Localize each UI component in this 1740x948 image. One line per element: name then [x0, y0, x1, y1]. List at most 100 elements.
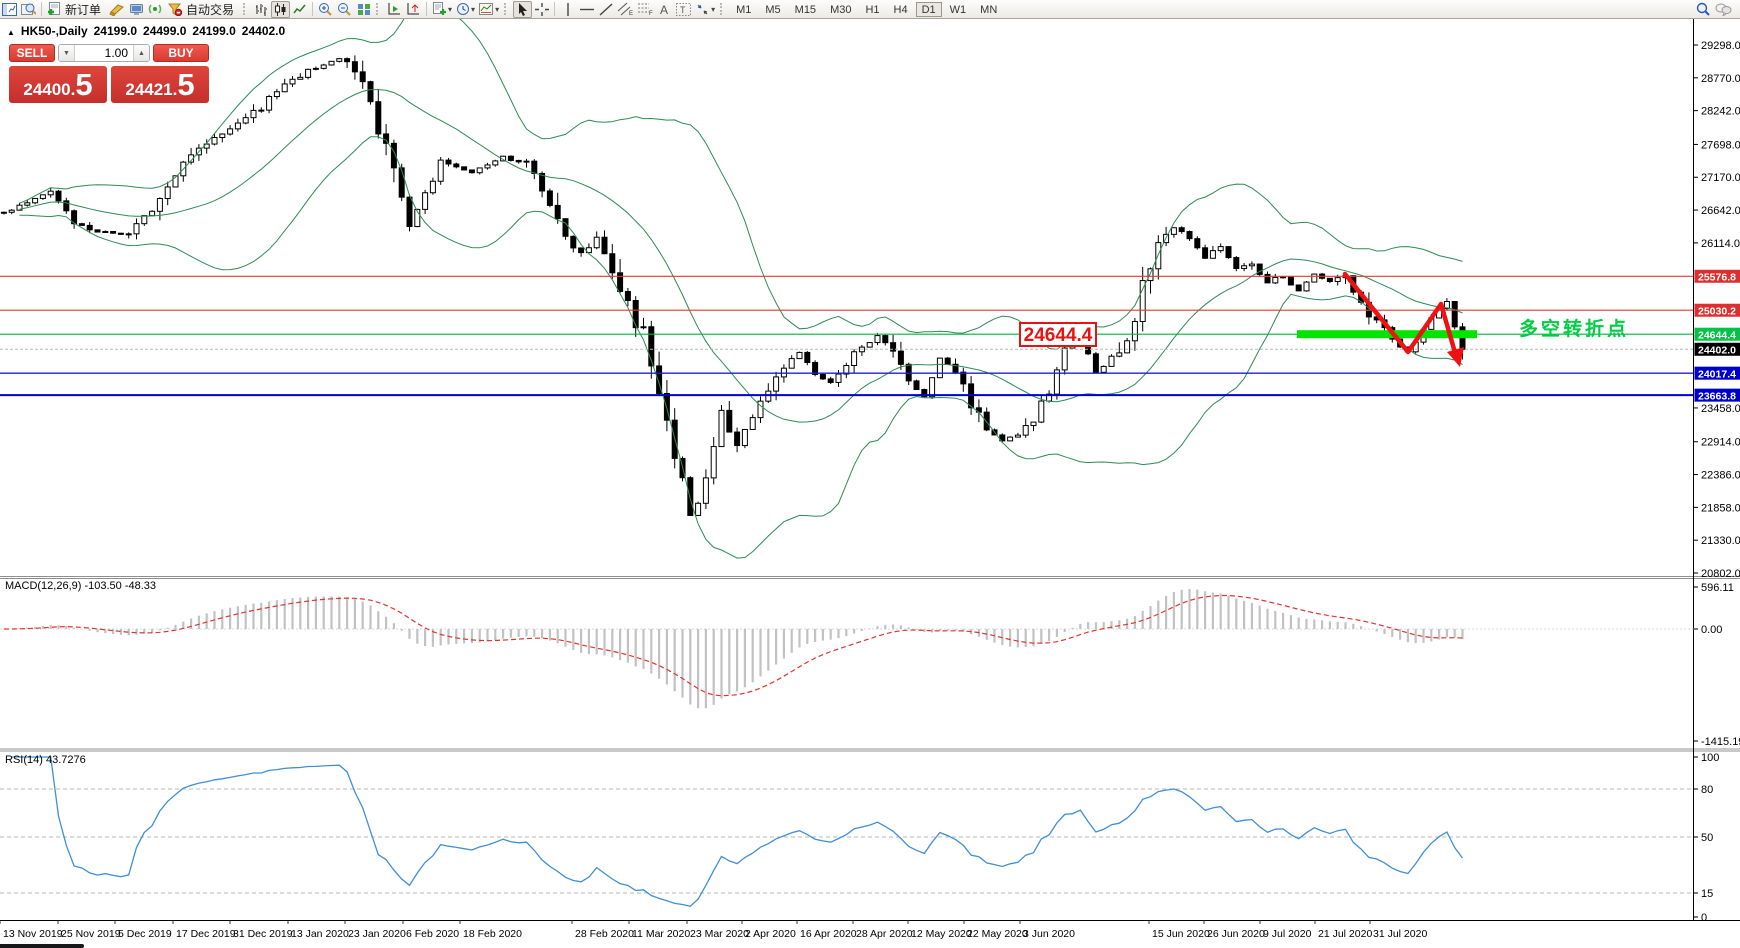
macd-axis-label: -1415.19	[1701, 736, 1740, 748]
svg-text:25030.2: 25030.2	[1698, 305, 1736, 317]
candle-chart-icon[interactable]	[271, 1, 290, 18]
chart-shift-icon[interactable]	[404, 1, 423, 18]
indicators-icon[interactable]: ▾	[430, 1, 454, 18]
rsi-axis-label: 80	[1701, 784, 1713, 796]
scripts-icon[interactable]	[107, 1, 127, 18]
timeframe-button-M15[interactable]: M15	[789, 2, 822, 17]
macd-axis-label: 596.11	[1701, 582, 1734, 594]
auto-trading-icon[interactable]	[165, 1, 185, 18]
date-axis-label: 13 Jan 2020	[291, 928, 349, 940]
ohlc-close: 24402.0	[242, 24, 285, 38]
timeframe-button-D1[interactable]: D1	[916, 2, 942, 17]
terminal-icon[interactable]	[127, 1, 146, 18]
line-chart-icon[interactable]	[290, 1, 309, 18]
date-axis-label: 15 Jun 2020	[1152, 928, 1210, 940]
status-strip	[0, 944, 84, 948]
volume-increase-button[interactable]: ▲	[133, 45, 149, 61]
ohlc-open: 24199.0	[94, 24, 137, 38]
price-tag-24017.4: 24017.4	[1695, 367, 1740, 381]
volume-decrease-button[interactable]: ▼	[59, 45, 75, 61]
timeframe-button-M1[interactable]: M1	[730, 2, 757, 17]
date-axis-label: 26 Jun 2020	[1207, 928, 1265, 940]
sell-price-display[interactable]: 24400 . 5	[9, 66, 107, 103]
volume-input[interactable]: 1.00	[75, 46, 133, 60]
timeframe-button-H4[interactable]: H4	[888, 2, 914, 17]
charts-window-icon[interactable]	[0, 1, 19, 18]
svg-text:A: A	[660, 3, 668, 16]
one-click-trading-panel: SELL ▼ 1.00 ▲ BUY 24400 . 5 24421 . 5	[9, 44, 209, 103]
macd-label: MACD(12,26,9) -103.50 -48.33	[5, 580, 156, 592]
new-order-label[interactable]: 新订单	[65, 1, 101, 18]
sell-price-frac: 5	[75, 68, 92, 101]
vertical-line-icon[interactable]	[558, 1, 577, 18]
toolbar-separator	[426, 2, 427, 16]
price-axis-label: 27170.0	[1701, 172, 1740, 184]
zoom-out-icon[interactable]	[335, 1, 354, 18]
date-axis-label: 31 Dec 2019	[233, 928, 293, 940]
svg-text:25576.8: 25576.8	[1698, 271, 1736, 283]
timeframe-button-W1[interactable]: W1	[944, 2, 973, 17]
timeframe-button-MN[interactable]: MN	[974, 2, 1003, 17]
equidistant-channel-icon[interactable]: E	[615, 1, 635, 18]
sell-button[interactable]: SELL	[9, 44, 55, 62]
price-callout-24644[interactable]: 24644.4	[1020, 323, 1096, 346]
date-axis-label: 3 Jun 2020	[1023, 928, 1075, 940]
toolbar-separator	[312, 2, 313, 16]
arrows-tool-icon[interactable]: ▾	[693, 1, 717, 18]
buy-button[interactable]: BUY	[153, 44, 209, 62]
price-axis-label: 23458.0	[1701, 403, 1740, 415]
price-tag-24644.4: 24644.4	[1695, 328, 1740, 342]
date-axis-label: 5 Dec 2019	[118, 928, 172, 940]
candlestick-series	[1, 55, 1465, 516]
sell-price-main: 24400	[23, 73, 70, 106]
new-order-icon[interactable]	[45, 1, 64, 18]
search-icon[interactable]	[1694, 1, 1713, 18]
date-axis-label: 23 Jan 2020	[348, 928, 406, 940]
ohlc-high: 24499.0	[143, 24, 186, 38]
timeframe-button-M5[interactable]: M5	[759, 2, 786, 17]
text-label-icon[interactable]: T	[674, 1, 693, 18]
cn-annotation-turning-point[interactable]: 多空转折点	[1519, 317, 1629, 340]
auto-trading-label[interactable]: 自动交易	[186, 1, 234, 18]
horizontal-line-icon[interactable]	[577, 1, 596, 18]
price-axis-label: 21330.0	[1701, 535, 1740, 547]
periods-icon[interactable]: ▾	[454, 1, 477, 18]
bollinger-band-m	[20, 90, 1463, 423]
buy-price-display[interactable]: 24421 . 5	[111, 66, 209, 103]
expand-marker-icon[interactable]: ▲	[7, 28, 15, 37]
trendline-icon[interactable]	[596, 1, 615, 18]
price-axis-label: 29298.0	[1701, 40, 1740, 52]
svg-text:24644.4: 24644.4	[1698, 329, 1736, 341]
date-axis-label: 22 May 2020	[967, 928, 1028, 940]
date-axis-label: 2 Apr 2020	[745, 928, 796, 940]
ohlc-low: 24199.0	[192, 24, 235, 38]
zoom-in-icon[interactable]	[316, 1, 335, 18]
timeframe-button-M30[interactable]: M30	[824, 2, 857, 17]
svg-text:24644.4: 24644.4	[1024, 325, 1093, 346]
tile-windows-icon[interactable]	[354, 1, 373, 18]
crosshair-icon[interactable]	[532, 1, 551, 18]
chart-title: ▲ HK50-,Daily 24199.0 24499.0 24199.0 24…	[7, 24, 285, 38]
templates-icon[interactable]: ▾	[477, 1, 501, 18]
trend-arrow[interactable]	[1345, 274, 1464, 367]
timeframe-strip: M1M5M15M30H1H4D1W1MN	[729, 2, 1004, 17]
svg-text:F: F	[649, 11, 653, 16]
date-axis-label: 13 Nov 2019	[3, 928, 63, 940]
chat-icon[interactable]	[1713, 1, 1734, 18]
text-tool-icon[interactable]: A	[655, 1, 674, 18]
chart-area[interactable]: 29298.028770.028242.027698.027170.026642…	[0, 19, 1740, 948]
cursor-icon[interactable]	[513, 1, 532, 18]
fibonacci-icon[interactable]: F	[635, 1, 655, 18]
price-axis-label: 26114.0	[1701, 238, 1740, 250]
timeframe-button-H1[interactable]: H1	[859, 2, 885, 17]
svg-text:23663.8: 23663.8	[1698, 390, 1736, 402]
svg-text:T: T	[680, 5, 686, 15]
bar-chart-icon[interactable]	[252, 1, 271, 18]
data-window-icon[interactable]	[19, 1, 38, 18]
symbol-period-label: HK50-,Daily	[21, 24, 88, 38]
signals-icon[interactable]	[146, 1, 165, 18]
toolbar-separator	[554, 2, 555, 16]
auto-scroll-icon[interactable]	[385, 1, 404, 18]
toolbar-grip	[243, 3, 250, 15]
buy-price-frac: 5	[177, 68, 194, 101]
